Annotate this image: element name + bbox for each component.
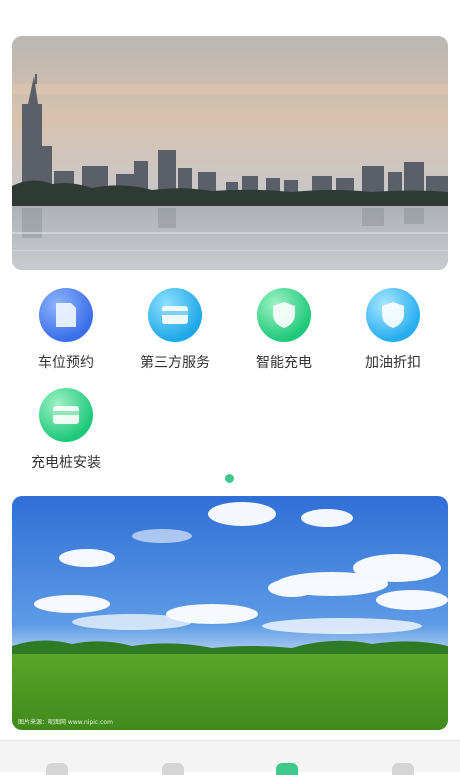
service-parking-reservation[interactable]: 车位预约 bbox=[11, 288, 121, 372]
tab-service-icon[interactable] bbox=[276, 763, 298, 775]
pager-dot[interactable] bbox=[225, 474, 234, 483]
banner-top[interactable] bbox=[12, 36, 448, 270]
card-icon bbox=[39, 388, 93, 442]
image-credit: 图片来源：昵图网 www.nipic.com bbox=[18, 718, 113, 726]
service-grid: 车位预约 第三方服务 智能充电 加油折扣 充电桩安装 bbox=[0, 284, 460, 484]
service-charger-install[interactable]: 充电桩安装 bbox=[11, 388, 121, 472]
shield-icon bbox=[366, 288, 420, 342]
tab-home-icon[interactable] bbox=[46, 763, 68, 775]
grassland-image: 图片来源：昵图网 www.nipic.com bbox=[12, 496, 448, 730]
parking-reservation-icon bbox=[39, 288, 93, 342]
service-fuel-discount[interactable]: 加油折扣 bbox=[338, 288, 448, 372]
service-label: 智能充电 bbox=[256, 355, 312, 371]
banner-bottom[interactable]: 图片来源：昵图网 www.nipic.com bbox=[12, 496, 448, 730]
service-label: 充电桩安装 bbox=[31, 455, 101, 471]
service-label: 车位预约 bbox=[38, 355, 94, 371]
tab-discover-icon[interactable] bbox=[162, 763, 184, 775]
service-label: 第三方服务 bbox=[140, 355, 210, 371]
skyline-image bbox=[12, 36, 448, 270]
shield-icon bbox=[257, 288, 311, 342]
tab-profile-icon[interactable] bbox=[392, 763, 414, 775]
service-smart-charging[interactable]: 智能充电 bbox=[229, 288, 339, 372]
card-icon bbox=[148, 288, 202, 342]
service-label: 加油折扣 bbox=[365, 355, 421, 371]
tab-bar bbox=[0, 740, 460, 775]
service-third-party[interactable]: 第三方服务 bbox=[120, 288, 230, 372]
